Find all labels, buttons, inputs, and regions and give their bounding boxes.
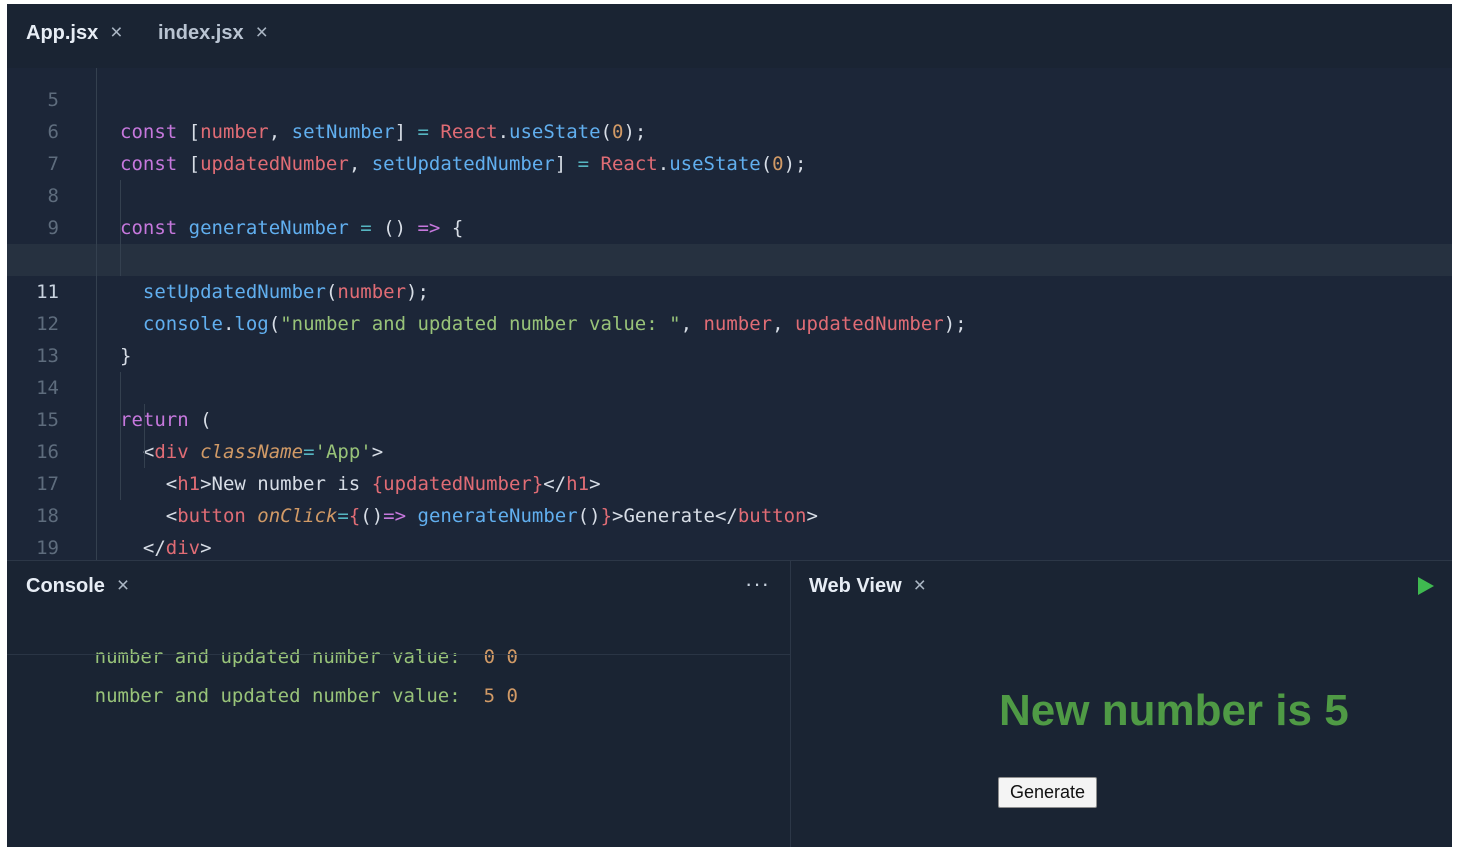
play-icon[interactable] xyxy=(1418,577,1434,595)
code-line: 5 const [number, setNumber] = React.useS… xyxy=(7,68,1452,143)
close-icon[interactable]: × xyxy=(117,574,129,598)
log-separator xyxy=(7,654,790,655)
tab-label: App.jsx xyxy=(26,21,99,44)
code-line-highlighted: 11 console.log("number and updated numbe… xyxy=(7,244,1452,335)
web-view-heading: New number is 5 xyxy=(999,686,1349,735)
console-title: Console xyxy=(26,574,105,597)
tab-label: index.jsx xyxy=(158,21,244,44)
close-icon[interactable]: × xyxy=(256,21,268,45)
code-line: 18 </div> xyxy=(7,468,1452,559)
generate-button[interactable]: Generate xyxy=(998,777,1098,808)
code-line: 7 xyxy=(7,116,1452,175)
indent-guide xyxy=(144,404,145,468)
code-line: 12 } xyxy=(7,276,1452,367)
code-line: 14 return ( xyxy=(7,340,1452,431)
console-panel: Console × ··· number and updated number … xyxy=(7,561,790,847)
more-options-icon[interactable]: ··· xyxy=(745,571,770,597)
code-line: 13 xyxy=(7,308,1452,367)
ide-window: App.jsx × index.jsx × 5 const [number, s… xyxy=(7,4,1452,847)
editor-tab-bar: App.jsx × index.jsx × xyxy=(7,4,1452,68)
code-line: 8 const generateNumber = () => { xyxy=(7,148,1452,239)
code-line: 19 ); xyxy=(7,500,1452,559)
code-line: 10 setUpdatedNumber(number); xyxy=(7,212,1452,303)
web-view-title: Web View xyxy=(809,574,902,597)
log-text: number and updated number value: xyxy=(94,685,461,707)
close-icon[interactable]: × xyxy=(110,21,122,45)
code-line: 9 setNumber(number + 5); xyxy=(7,180,1452,271)
log-values: 5 0 xyxy=(483,685,518,707)
indent-guide xyxy=(120,372,121,500)
tab-app-jsx[interactable]: App.jsx × xyxy=(26,21,123,45)
code-line: 6 const [updatedNumber, setUpdatedNumber… xyxy=(7,84,1452,175)
console-log-entry: number and updated number value: 5 0 xyxy=(26,663,518,729)
tab-web-view[interactable]: Web View × xyxy=(809,574,926,598)
code-line: 16 <h1>New number is {updatedNumber}</h1… xyxy=(7,404,1452,495)
tab-index-jsx[interactable]: index.jsx × xyxy=(158,21,268,45)
code-line: 15 <div className='App'> xyxy=(7,372,1452,463)
web-view-panel: Web View × New number is 5 Generate xyxy=(790,561,1452,847)
code-editor[interactable]: 5 const [number, setNumber] = React.useS… xyxy=(7,68,1452,560)
code-line: 17 <button onClick={()=> generateNumber(… xyxy=(7,436,1452,527)
indent-guide xyxy=(96,68,97,560)
indent-guide xyxy=(120,180,121,276)
tab-console[interactable]: Console × xyxy=(26,574,129,598)
code-line: 20 } xyxy=(7,532,1452,560)
close-icon[interactable]: × xyxy=(914,574,926,598)
